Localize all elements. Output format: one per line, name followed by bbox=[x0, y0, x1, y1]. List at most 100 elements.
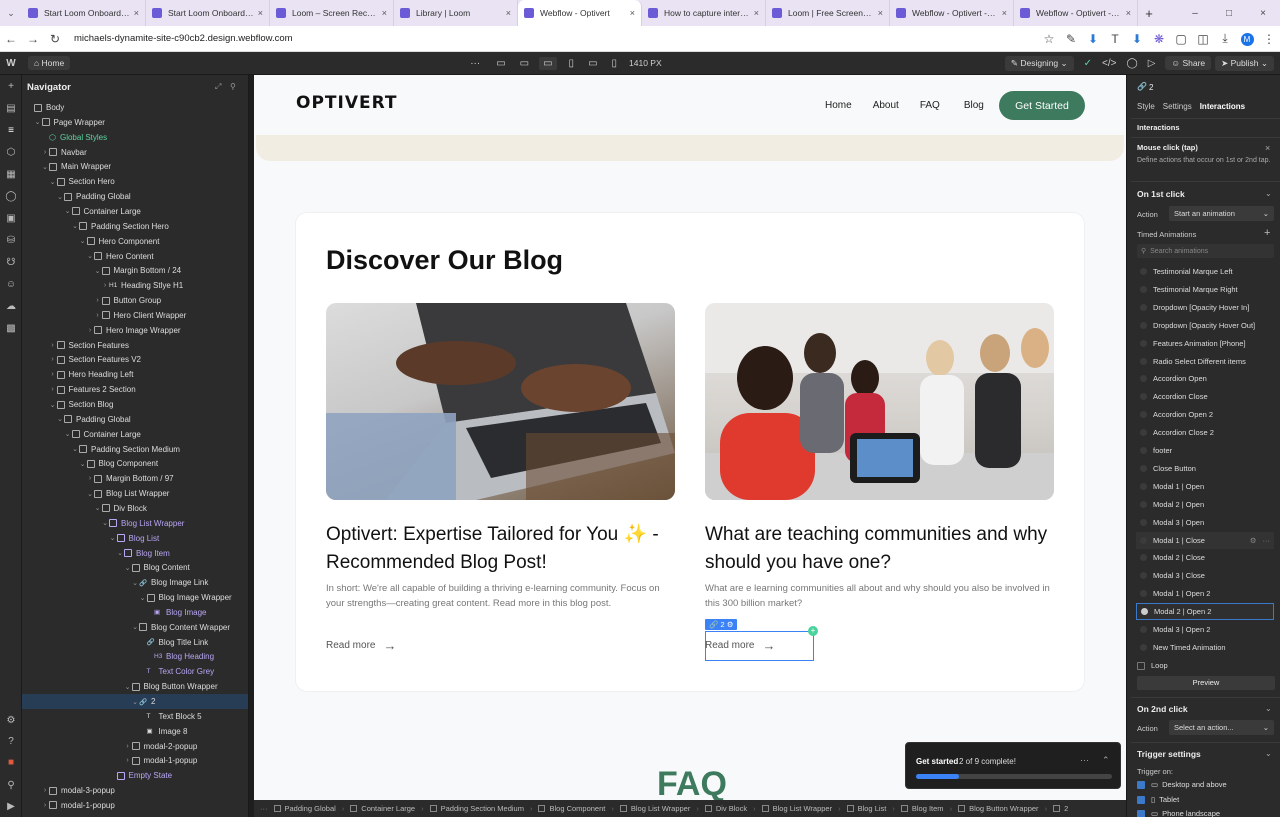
search-icon[interactable]: ⚲ bbox=[0, 774, 22, 796]
tree-caret-icon[interactable]: ⌄ bbox=[131, 698, 139, 706]
breadcrumb-item[interactable]: Blog Component › bbox=[538, 804, 614, 813]
navigator-row[interactable]: › Section Features bbox=[22, 338, 248, 353]
tree-caret-icon[interactable]: › bbox=[41, 787, 49, 794]
chevron-down-icon[interactable]: ⌄ bbox=[1265, 189, 1272, 198]
animation-item[interactable]: Dropdown [Opacity Hover Out] bbox=[1136, 317, 1274, 334]
breadcrumb-item[interactable]: Blog List › bbox=[846, 804, 895, 813]
preview-button[interactable]: Preview bbox=[1137, 676, 1275, 690]
browser-tab[interactable]: Loom | Free Screen & V × bbox=[766, 0, 890, 26]
reload-icon[interactable]: ↻ bbox=[44, 32, 66, 46]
breadcrumb-item[interactable]: Blog List Wrapper › bbox=[619, 804, 699, 813]
tree-caret-icon[interactable]: ⌄ bbox=[71, 445, 79, 453]
tree-caret-icon[interactable]: › bbox=[49, 371, 57, 378]
browser-tab[interactable]: Library | Loom × bbox=[394, 0, 518, 26]
design-canvas[interactable]: OPTIVERT Home About FAQ Blog Get Started Di… bbox=[254, 75, 1126, 800]
tree-caret-icon[interactable]: ⌄ bbox=[64, 207, 72, 215]
tree-caret-icon[interactable]: › bbox=[94, 312, 102, 319]
breadcrumb-item[interactable]: Div Block › bbox=[704, 804, 756, 813]
navigator-row[interactable]: ⌄ Div Block bbox=[22, 501, 248, 516]
cms-icon[interactable]: ⛁ bbox=[0, 229, 22, 251]
animation-item[interactable]: Modal 1 | Open 2 bbox=[1136, 585, 1274, 602]
tree-caret-icon[interactable]: › bbox=[49, 342, 57, 349]
tree-caret-icon[interactable]: ⌄ bbox=[131, 623, 139, 631]
tree-caret-icon[interactable]: › bbox=[49, 356, 57, 363]
comment-icon[interactable]: ◯ bbox=[1127, 58, 1138, 69]
mode-selector[interactable]: ✎ Designing ⌄ bbox=[1004, 55, 1074, 71]
tree-caret-icon[interactable]: ⌄ bbox=[109, 534, 117, 542]
tree-caret-icon[interactable]: › bbox=[86, 327, 94, 334]
add-animation-icon[interactable]: + bbox=[1264, 227, 1270, 239]
tree-caret-icon[interactable]: ⌄ bbox=[64, 430, 72, 438]
site-nav-link[interactable]: FAQ bbox=[920, 100, 940, 111]
navigator-row[interactable]: ⌄ Margin Bottom / 24 bbox=[22, 263, 248, 278]
desktop-base-icon[interactable]: ▭ bbox=[539, 56, 557, 70]
desktop-large-icon[interactable]: ▭ bbox=[496, 58, 505, 69]
record-icon[interactable]: ■ bbox=[0, 751, 22, 773]
apps-icon[interactable]: ▩ bbox=[0, 317, 22, 339]
browser-tab[interactable]: How to capture internal × bbox=[642, 0, 766, 26]
panel-splitter[interactable] bbox=[1126, 75, 1131, 817]
animation-item[interactable]: Accordion Open 2 bbox=[1136, 406, 1274, 423]
users-icon[interactable]: ☺ bbox=[0, 273, 22, 295]
navigator-row[interactable]: ⌄ Padding Global bbox=[22, 189, 248, 204]
phone-portrait-icon[interactable]: ▯ bbox=[612, 58, 618, 69]
navigator-row[interactable]: ⌄ Padding Section Medium bbox=[22, 442, 248, 457]
animation-item[interactable]: Modal 3 | Open bbox=[1136, 514, 1274, 531]
site-get-started-button[interactable]: Get Started bbox=[999, 91, 1085, 120]
window-close-icon[interactable]: × bbox=[1246, 8, 1280, 19]
navigator-row[interactable]: ⌄ Blog Content bbox=[22, 560, 248, 575]
page-selector[interactable]: ⌂ Home bbox=[28, 56, 71, 70]
tab-close-icon[interactable]: × bbox=[754, 8, 759, 18]
publish-button[interactable]: ➤ Publish ⌄ bbox=[1215, 55, 1274, 71]
navigator-row[interactable]: ⌄ 🔗 2 bbox=[22, 694, 248, 709]
navigator-row[interactable]: › Features 2 Section bbox=[22, 382, 248, 397]
browser-tab[interactable]: Webflow - Optivert × bbox=[518, 0, 642, 26]
url-field[interactable]: michaels-dynamite-site-c90cb2.design.web… bbox=[74, 33, 293, 44]
arrow-extension-icon[interactable]: ⬇ bbox=[1126, 32, 1148, 46]
navigator-row[interactable]: › modal-1-popup bbox=[22, 753, 248, 768]
navigator-row[interactable]: ⌄ Section Blog bbox=[22, 397, 248, 412]
gear-icon[interactable]: ⚙ bbox=[1250, 536, 1257, 545]
tree-caret-icon[interactable]: ⌄ bbox=[79, 460, 87, 468]
action-select[interactable]: Start an animation ⌄ bbox=[1169, 206, 1274, 221]
post-1-read-more[interactable]: Read more → bbox=[326, 638, 396, 653]
preview-play-icon[interactable]: ▷ bbox=[1148, 58, 1156, 69]
tree-caret-icon[interactable]: › bbox=[124, 743, 132, 750]
navigator-row[interactable]: › modal-2-popup bbox=[22, 739, 248, 754]
navigator-row[interactable]: ⌄ Padding Global bbox=[22, 412, 248, 427]
add-panel-icon[interactable]: + bbox=[0, 75, 22, 97]
tab-close-icon[interactable]: × bbox=[1002, 8, 1007, 18]
navigator-row[interactable]: › Navbar bbox=[22, 145, 248, 160]
ecommerce-icon[interactable]: ☁ bbox=[0, 295, 22, 317]
loop-checkbox[interactable]: Loop bbox=[1137, 661, 1168, 670]
tab-close-icon[interactable]: × bbox=[258, 8, 263, 18]
tree-caret-icon[interactable]: ⌄ bbox=[124, 683, 132, 691]
phone-landscape-icon[interactable]: ▭ bbox=[588, 58, 597, 69]
navigator-row[interactable]: › Hero Client Wrapper bbox=[22, 308, 248, 323]
navigator-row[interactable]: › Hero Image Wrapper bbox=[22, 323, 248, 338]
back-icon[interactable]: ← bbox=[0, 32, 22, 46]
navigator-row[interactable]: ⌄ Page Wrapper bbox=[22, 115, 248, 130]
navigator-row[interactable]: ▣ Blog Image bbox=[22, 605, 248, 620]
phone-landscape-checkbox[interactable]: ▭ Phone landscape bbox=[1137, 809, 1220, 817]
tree-caret-icon[interactable]: ⌄ bbox=[71, 222, 79, 230]
forward-icon[interactable]: → bbox=[22, 32, 44, 46]
navigator-row[interactable]: › Section Features V2 bbox=[22, 352, 248, 367]
post-1-title[interactable]: Optivert: Expertise Tailored for You ✨ -… bbox=[326, 521, 676, 577]
navigator-row[interactable]: ⌄ Hero Content bbox=[22, 249, 248, 264]
navigator-row[interactable]: Body bbox=[22, 100, 248, 115]
navigator-row[interactable]: ⬡ Global Styles bbox=[22, 130, 248, 145]
style-selectors-icon[interactable]: ◯ bbox=[0, 185, 22, 207]
animation-item[interactable]: Modal 3 | Open 2 bbox=[1136, 621, 1274, 638]
navigator-row[interactable]: Empty State bbox=[22, 768, 248, 783]
tree-caret-icon[interactable]: ⌄ bbox=[94, 267, 102, 275]
pages-icon[interactable]: ▤ bbox=[0, 97, 22, 119]
bookmark-star-icon[interactable]: ☆ bbox=[1038, 32, 1060, 46]
animation-item[interactable]: Accordion Close 2 bbox=[1136, 424, 1274, 441]
breadcrumb-item[interactable]: Padding Global › bbox=[273, 804, 344, 813]
navigator-row[interactable]: ⌄ Blog List Wrapper bbox=[22, 486, 248, 501]
tab-settings[interactable]: Settings bbox=[1163, 102, 1192, 111]
logic-icon[interactable]: ☋ bbox=[0, 251, 22, 273]
tab-style[interactable]: Style bbox=[1137, 102, 1155, 111]
breadcrumb-item[interactable]: Padding Section Medium › bbox=[429, 804, 532, 813]
